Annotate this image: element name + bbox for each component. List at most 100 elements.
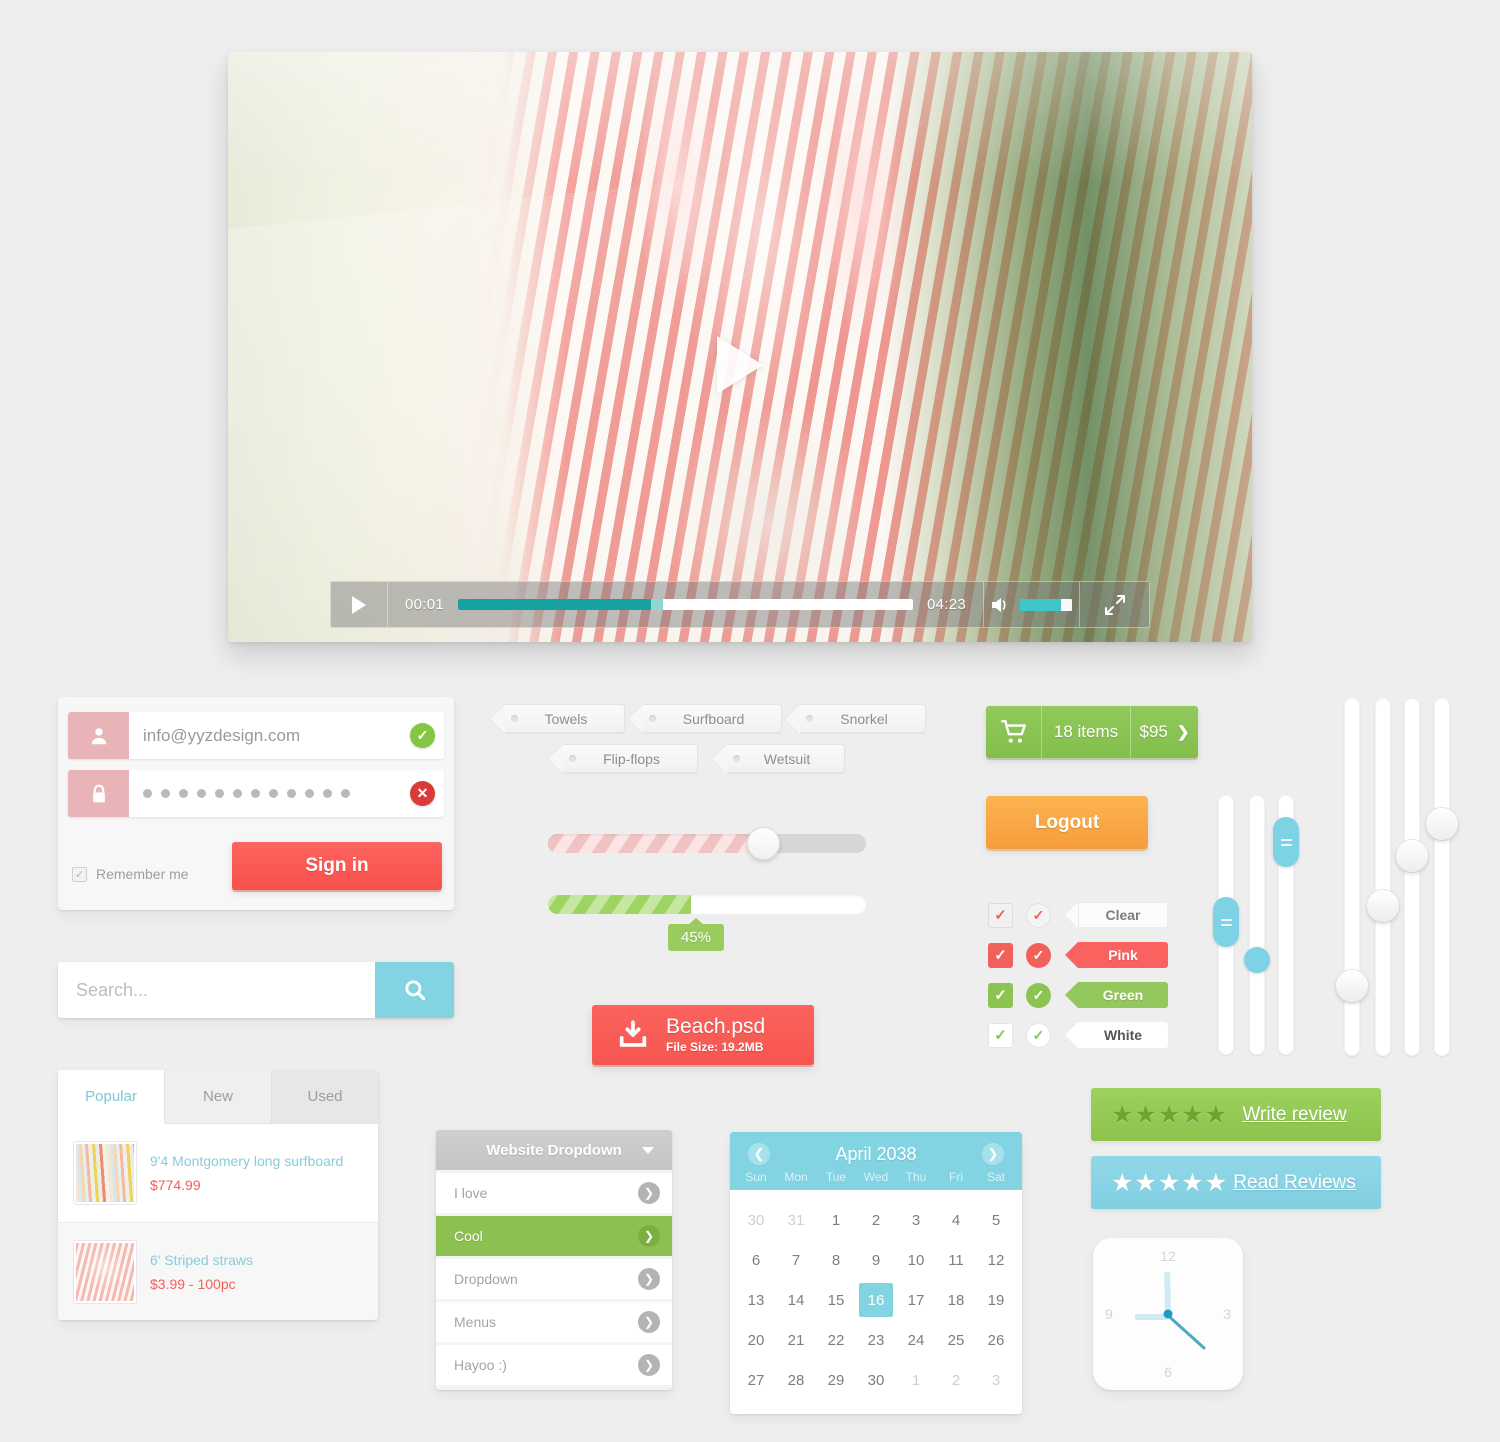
cart-button[interactable]: 18 items $95 ❯	[986, 706, 1198, 758]
website-dropdown[interactable]: Website Dropdown I love ❯ Cool ❯ Dropdow…	[436, 1130, 672, 1390]
calendar-day[interactable]: 8	[816, 1240, 856, 1280]
email-field-row[interactable]: info@yyzdesign.com ✓	[68, 712, 444, 759]
search-bar[interactable]	[58, 962, 454, 1018]
expand-arrows-icon[interactable]	[1079, 582, 1149, 627]
checkbox-square[interactable]: ✓	[988, 982, 1013, 1008]
dropdown-item-cool[interactable]: Cool ❯	[436, 1216, 672, 1256]
tab-new[interactable]: New	[165, 1070, 272, 1124]
write-review-button[interactable]: ★★★★★ Write review	[1091, 1088, 1381, 1141]
color-tag-white[interactable]: White	[1065, 1022, 1168, 1048]
calendar-day[interactable]: 24	[896, 1320, 936, 1360]
video-player[interactable]: 00:01 04:23	[228, 52, 1252, 642]
calendar-day-selected[interactable]: 16	[859, 1283, 893, 1317]
color-tag-green[interactable]: Green	[1065, 982, 1168, 1008]
password-input[interactable]	[129, 770, 410, 817]
slider-knob[interactable]	[1396, 840, 1428, 872]
calendar-day[interactable]: 27	[736, 1360, 776, 1400]
calendar[interactable]: ❮ April 2038 ❯ Sun Mon Tue Wed Thu Fri S…	[730, 1132, 1022, 1414]
calendar-day[interactable]: 21	[776, 1320, 816, 1360]
calendar-day[interactable]: 26	[976, 1320, 1016, 1360]
slider-blue-1[interactable]	[1213, 795, 1239, 1055]
calendar-day[interactable]: 7	[776, 1240, 816, 1280]
calendar-day[interactable]: 14	[776, 1280, 816, 1320]
tag-surfboard[interactable]: Surfboard	[643, 704, 782, 733]
chevron-left-icon[interactable]: ❮	[748, 1143, 770, 1165]
calendar-day[interactable]: 9	[856, 1240, 896, 1280]
calendar-day[interactable]: 13	[736, 1280, 776, 1320]
calendar-day[interactable]: 1	[896, 1360, 936, 1400]
calendar-day[interactable]: 20	[736, 1320, 776, 1360]
checkbox-row-white[interactable]: ✓ ✓ White	[988, 1022, 1168, 1048]
checkbox-row-green[interactable]: ✓ ✓ Green	[988, 982, 1168, 1008]
slider-knob[interactable]	[1213, 897, 1239, 947]
slider-white-1[interactable]	[1336, 698, 1368, 1056]
search-input[interactable]	[58, 962, 375, 1018]
tag-wetsuit[interactable]: Wetsuit	[727, 744, 845, 773]
remember-me-checkbox[interactable]: ✓ Remember me	[72, 866, 189, 882]
checkbox-row-pink[interactable]: ✓ ✓ Pink	[988, 942, 1168, 968]
calendar-day[interactable]: 10	[896, 1240, 936, 1280]
read-reviews-link[interactable]: Read Reviews	[1228, 1172, 1361, 1194]
dropdown-item-dropdown[interactable]: Dropdown ❯	[436, 1259, 672, 1299]
volume-control[interactable]	[983, 582, 1079, 627]
slider-knob[interactable]	[747, 827, 781, 860]
password-field-row[interactable]: ✕	[68, 770, 444, 817]
sign-in-button[interactable]: Sign in	[232, 842, 442, 890]
tag-towels[interactable]: Towels	[505, 704, 625, 733]
calendar-day[interactable]: 3	[896, 1200, 936, 1240]
chevron-right-icon[interactable]: ❯	[982, 1143, 1004, 1165]
slider-blue-2[interactable]	[1244, 795, 1270, 1055]
tag-flip-flops[interactable]: Flip-flops	[563, 744, 698, 773]
dropdown-item-i-love[interactable]: I love ❯	[436, 1173, 672, 1213]
calendar-day[interactable]: 6	[736, 1240, 776, 1280]
video-controls-bar[interactable]: 00:01 04:23	[330, 581, 1150, 628]
checkbox-square[interactable]: ✓	[988, 942, 1013, 968]
write-review-link[interactable]: Write review	[1228, 1104, 1361, 1126]
calendar-day[interactable]: 3	[976, 1360, 1016, 1400]
dropdown-header[interactable]: Website Dropdown	[436, 1130, 672, 1170]
calendar-day[interactable]: 17	[896, 1280, 936, 1320]
video-scrubber[interactable]: 00:01 04:23	[388, 582, 983, 627]
color-tag-pink[interactable]: Pink	[1065, 942, 1168, 968]
calendar-day[interactable]: 11	[936, 1240, 976, 1280]
slider-knob[interactable]	[1367, 890, 1399, 922]
slider-knob[interactable]	[1244, 947, 1270, 973]
checkbox-circle[interactable]: ✓	[1026, 982, 1051, 1008]
play-triangle-icon[interactable]	[717, 336, 763, 394]
calendar-day[interactable]: 22	[816, 1320, 856, 1360]
checkbox-square[interactable]: ✓	[988, 1022, 1013, 1048]
tag-snorkel[interactable]: Snorkel	[800, 704, 926, 733]
calendar-day[interactable]: 12	[976, 1240, 1016, 1280]
color-tag-clear[interactable]: Clear	[1065, 902, 1168, 928]
slider-knob[interactable]	[1336, 970, 1368, 1002]
play-icon[interactable]	[331, 582, 388, 627]
calendar-day[interactable]: 30	[856, 1360, 896, 1400]
pink-range-slider[interactable]	[548, 827, 866, 860]
speaker-icon[interactable]	[991, 597, 1011, 613]
slider-white-4[interactable]	[1426, 698, 1458, 1056]
calendar-day[interactable]: 1	[816, 1200, 856, 1240]
dropdown-item-hayoo[interactable]: Hayoo :) ❯	[436, 1345, 672, 1385]
calendar-day[interactable]: 5	[976, 1200, 1016, 1240]
tab-popular[interactable]: Popular	[58, 1070, 165, 1124]
progress-track[interactable]	[458, 599, 913, 610]
calendar-day[interactable]: 18	[936, 1280, 976, 1320]
calendar-day[interactable]: 15	[816, 1280, 856, 1320]
list-item[interactable]: 9'4 Montgomery long surfboard $774.99	[58, 1124, 378, 1222]
calendar-day[interactable]: 31	[776, 1200, 816, 1240]
logout-button[interactable]: Logout	[986, 796, 1148, 849]
calendar-day[interactable]: 23	[856, 1320, 896, 1360]
slider-blue-3[interactable]	[1273, 795, 1299, 1055]
dropdown-item-menus[interactable]: Menus ❯	[436, 1302, 672, 1342]
cart-total[interactable]: $95 ❯	[1131, 706, 1198, 758]
calendar-day[interactable]: 2	[936, 1360, 976, 1400]
slider-white-3[interactable]	[1396, 698, 1428, 1056]
slider-knob[interactable]	[1273, 817, 1299, 867]
tab-used[interactable]: Used	[272, 1070, 378, 1124]
calendar-day[interactable]: 28	[776, 1360, 816, 1400]
calendar-day[interactable]: 30	[736, 1200, 776, 1240]
checkbox-box[interactable]: ✓	[72, 866, 87, 882]
checkbox-circle[interactable]: ✓	[1026, 1022, 1051, 1048]
checkbox-circle[interactable]: ✓	[1026, 902, 1051, 928]
checkbox-row-clear[interactable]: ✓ ✓ Clear	[988, 902, 1168, 928]
